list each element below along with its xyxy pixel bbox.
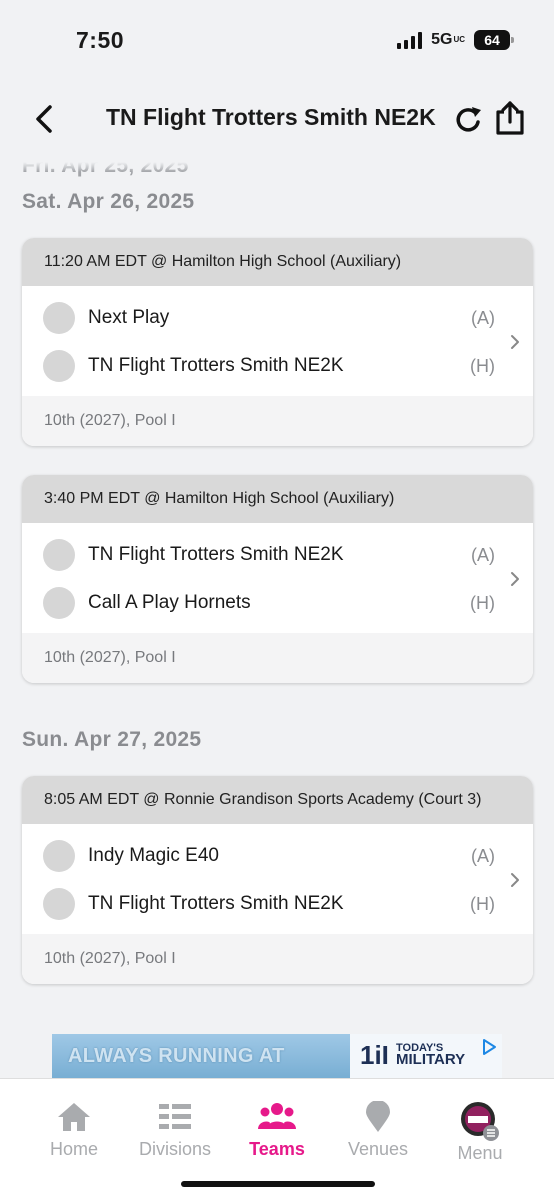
team-avatar bbox=[43, 587, 75, 619]
tab-label: Venues bbox=[347, 1139, 409, 1159]
status-time: 7:50 bbox=[76, 26, 125, 53]
chevron-right-icon bbox=[511, 335, 519, 349]
chevron-left-icon[interactable] bbox=[30, 104, 60, 134]
tab-label: Home bbox=[49, 1139, 98, 1159]
ad-brand-area: 1iI TODAY'S MILITARY bbox=[350, 1034, 502, 1078]
chevron-right-icon bbox=[511, 873, 519, 887]
game-time-venue: 3:40 PM EDT @ Hamilton High School (Auxi… bbox=[22, 475, 533, 523]
tab-menu[interactable]: Menu bbox=[430, 1101, 530, 1164]
network-indicator: 5G UC bbox=[431, 31, 465, 49]
team-name: Indy Magic E40 bbox=[88, 845, 219, 866]
battery-level: 64 bbox=[484, 32, 500, 48]
team-avatar bbox=[43, 888, 75, 920]
ad-image: ALWAYS RUNNING AT bbox=[52, 1034, 350, 1078]
ad-brand-big: MILITARY bbox=[396, 1051, 466, 1068]
team-side: (A) bbox=[471, 307, 495, 328]
adchoices-icon[interactable] bbox=[480, 1038, 498, 1056]
team-avatar bbox=[43, 539, 75, 571]
game-card[interactable]: 11:20 AM EDT @ Hamilton High School (Aux… bbox=[22, 238, 533, 446]
team-name: TN Flight Trotters Smith NE2K bbox=[88, 893, 344, 914]
nav-header: TN Flight Trotters Smith NE2K bbox=[0, 92, 554, 148]
date-heading: Sat. Apr 26, 2025 bbox=[22, 190, 195, 213]
game-time-venue: 11:20 AM EDT @ Hamilton High School (Aux… bbox=[22, 238, 533, 286]
teams-icon bbox=[258, 1103, 296, 1129]
team-row: Call A Play Hornets (H) bbox=[22, 579, 533, 627]
signal-icon bbox=[397, 31, 423, 49]
team-row: Next Play (A) bbox=[22, 294, 533, 342]
refresh-icon[interactable] bbox=[453, 104, 485, 136]
battery-icon: 64 bbox=[474, 30, 514, 50]
tab-label: Menu bbox=[457, 1143, 503, 1163]
status-indicators: 5G UC 64 bbox=[397, 30, 514, 50]
team-name: TN Flight Trotters Smith NE2K bbox=[88, 544, 344, 565]
home-icon bbox=[58, 1103, 90, 1131]
tab-divisions[interactable]: Divisions bbox=[125, 1101, 225, 1160]
team-avatar bbox=[43, 350, 75, 382]
team-name: Next Play bbox=[88, 307, 170, 328]
network-type: 5G bbox=[431, 31, 453, 48]
team-row: TN Flight Trotters Smith NE2K (A) bbox=[22, 531, 533, 579]
team-row: TN Flight Trotters Smith NE2K (H) bbox=[22, 880, 533, 928]
team-side: (A) bbox=[471, 544, 495, 565]
share-icon[interactable] bbox=[492, 100, 528, 136]
scroll-fade bbox=[0, 150, 554, 172]
game-division: 10th (2027), Pool I bbox=[22, 633, 533, 683]
tab-home[interactable]: Home bbox=[24, 1101, 124, 1160]
ad-headline: ALWAYS RUNNING AT bbox=[68, 1045, 285, 1067]
status-bar: 7:50 5G UC 64 bbox=[0, 0, 554, 80]
network-suffix: UC bbox=[453, 35, 465, 44]
ad-logo-icon: 1iI bbox=[360, 1040, 389, 1070]
game-card[interactable]: 8:05 AM EDT @ Ronnie Grandison Sports Ac… bbox=[22, 776, 533, 984]
home-indicator[interactable] bbox=[181, 1181, 375, 1187]
team-avatar bbox=[43, 840, 75, 872]
date-heading: Sun. Apr 27, 2025 bbox=[22, 728, 202, 751]
team-side: (A) bbox=[471, 845, 495, 866]
tab-label: Divisions bbox=[138, 1139, 212, 1159]
chevron-right-icon bbox=[511, 572, 519, 586]
schedule-list[interactable]: Fri. Apr 25, 2025 Sat. Apr 26, 2025 11:2… bbox=[0, 150, 554, 1078]
team-avatar bbox=[43, 302, 75, 334]
location-pin-icon bbox=[366, 1101, 390, 1132]
game-division: 10th (2027), Pool I bbox=[22, 934, 533, 984]
tab-venues[interactable]: Venues bbox=[328, 1101, 428, 1160]
ad-banner[interactable]: ALWAYS RUNNING AT 1iI TODAY'S MILITARY bbox=[52, 1034, 502, 1078]
team-name: TN Flight Trotters Smith NE2K bbox=[88, 355, 344, 376]
tab-teams[interactable]: Teams bbox=[227, 1101, 327, 1160]
team-row: TN Flight Trotters Smith NE2K (H) bbox=[22, 342, 533, 390]
tab-label: Teams bbox=[249, 1139, 305, 1159]
game-division: 10th (2027), Pool I bbox=[22, 396, 533, 446]
team-side: (H) bbox=[470, 893, 495, 914]
divisions-icon bbox=[159, 1104, 191, 1129]
page-title: TN Flight Trotters Smith NE2K bbox=[106, 104, 436, 130]
ad-brand: TODAY'S MILITARY bbox=[396, 1042, 466, 1068]
team-row: Indy Magic E40 (A) bbox=[22, 832, 533, 880]
game-card[interactable]: 3:40 PM EDT @ Hamilton High School (Auxi… bbox=[22, 475, 533, 683]
team-side: (H) bbox=[470, 592, 495, 613]
team-name: Call A Play Hornets bbox=[88, 592, 251, 613]
team-side: (H) bbox=[470, 355, 495, 376]
menu-logo-icon bbox=[461, 1102, 499, 1141]
game-time-venue: 8:05 AM EDT @ Ronnie Grandison Sports Ac… bbox=[22, 776, 533, 824]
